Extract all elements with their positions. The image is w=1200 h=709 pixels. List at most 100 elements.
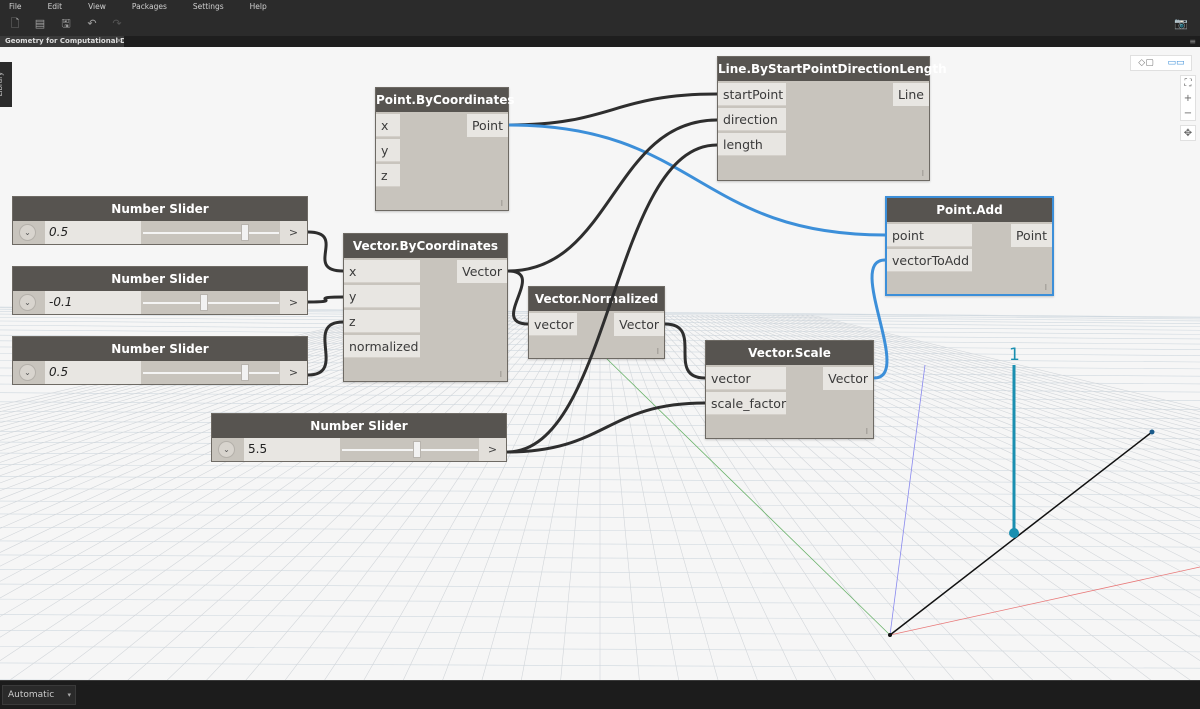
node-vector-by-coordinates[interactable]: Vector.ByCoordinates x y z normalized Ve…	[343, 233, 508, 382]
geometry-view-icon[interactable]: ◇▢	[1131, 56, 1161, 70]
number-slider-3[interactable]: Number Slider ⌄ 0.5 >	[12, 336, 308, 385]
slider-title: Number Slider	[13, 337, 307, 361]
menu-file[interactable]: File	[9, 2, 22, 11]
expand-button[interactable]: >	[479, 438, 506, 461]
slider-track[interactable]	[342, 449, 478, 451]
output-port-point[interactable]: Point	[1010, 224, 1052, 247]
input-port-y[interactable]: y	[344, 285, 420, 308]
workspace-canvas[interactable]: 1 Library Point.ByCoordinates x y z Poin…	[0, 47, 1200, 680]
number-slider-4[interactable]: Number Slider ⌄ 5.5 >	[211, 413, 507, 462]
open-file-icon[interactable]: ▤	[33, 17, 47, 31]
node-point-by-coordinates[interactable]: Point.ByCoordinates x y z Point l	[375, 87, 515, 211]
library-toggle[interactable]: Library	[0, 62, 12, 107]
new-file-icon[interactable]: 🗋	[8, 17, 22, 31]
pan-icon[interactable]: ✥	[1180, 125, 1196, 141]
run-mode-value: Automatic	[8, 690, 55, 700]
menu-edit[interactable]: Edit	[48, 2, 63, 11]
x-axis	[889, 566, 1200, 636]
slider-track[interactable]	[143, 232, 279, 234]
slider-thumb[interactable]	[412, 441, 421, 458]
menu-icon[interactable]: ≡	[1189, 37, 1196, 46]
grid-line	[560, 314, 596, 680]
node-line-by-start-point-direction-length[interactable]: Line.ByStartPointDirectionLength startPo…	[717, 56, 947, 181]
expand-button[interactable]: >	[280, 291, 307, 314]
input-port-length[interactable]: length	[718, 133, 786, 156]
node-title: Point.Add	[887, 198, 1052, 222]
origin-point	[888, 633, 892, 637]
slider-value[interactable]: 0.5	[45, 221, 141, 244]
slider-value[interactable]: 0.5	[45, 361, 141, 384]
input-port-x[interactable]: x	[376, 114, 400, 137]
output-port-vector[interactable]: Vector	[614, 313, 664, 336]
graph-view-icon[interactable]: ▭▭	[1161, 56, 1191, 70]
number-slider-1[interactable]: Number Slider ⌄ 0.5 >	[12, 196, 308, 245]
close-icon[interactable]: ✕	[116, 36, 122, 47]
lacing-indicator: l	[499, 370, 502, 379]
input-port-vector[interactable]: vector	[706, 367, 786, 390]
node-title: Vector.ByCoordinates	[344, 234, 507, 258]
slider-thumb[interactable]	[241, 364, 249, 381]
chevron-down-icon[interactable]: ⌄	[19, 224, 36, 241]
slider-thumb[interactable]	[200, 294, 209, 311]
slider-title: Number Slider	[13, 267, 307, 291]
grid-line	[521, 314, 591, 680]
slider-thumb[interactable]	[241, 224, 249, 241]
slider-track[interactable]	[143, 302, 279, 304]
input-port-vector-to-add[interactable]: vectorToAdd	[887, 249, 972, 272]
zoom-in-icon[interactable]: +	[1181, 91, 1195, 106]
save-icon[interactable]: 🖫	[59, 17, 73, 31]
input-port-startpoint[interactable]: startPoint	[718, 83, 786, 106]
menu-settings[interactable]: Settings	[193, 2, 224, 11]
input-port-normalized[interactable]: normalized	[344, 335, 420, 358]
menu-view[interactable]: View	[88, 2, 106, 11]
input-port-z[interactable]: z	[344, 310, 420, 333]
node-point-add[interactable]: Point.Add point vectorToAdd Point l	[885, 196, 1054, 296]
number-slider-2[interactable]: Number Slider ⌄ -0.1 >	[12, 266, 308, 315]
slider-value[interactable]: 5.5	[244, 438, 340, 461]
input-port-x[interactable]: x	[344, 260, 420, 283]
view-toggle[interactable]: ◇▢ ▭▭	[1130, 55, 1192, 71]
slider-title: Number Slider	[212, 414, 506, 438]
run-mode-dropdown[interactable]: Automatic ▾	[2, 685, 76, 705]
menu-bar: File Edit View Packages Settings Help	[0, 0, 1200, 13]
menu-packages[interactable]: Packages	[132, 2, 167, 11]
annotation-label: 1	[1009, 345, 1020, 365]
undo-icon[interactable]: ↶	[85, 17, 99, 31]
output-port-vector[interactable]: Vector	[823, 367, 873, 390]
input-port-point[interactable]: point	[887, 224, 972, 247]
node-title: Vector.Scale	[706, 341, 873, 365]
output-port-point[interactable]: Point	[466, 114, 508, 137]
lacing-indicator: l	[921, 169, 924, 178]
lacing-indicator: l	[500, 199, 503, 208]
lacing-indicator: l	[865, 427, 868, 436]
input-port-z[interactable]: z	[376, 164, 400, 187]
input-port-y[interactable]: y	[376, 139, 400, 162]
menu-help[interactable]: Help	[250, 2, 267, 11]
chevron-down-icon[interactable]: ⌄	[19, 294, 36, 311]
status-bar: Automatic ▾	[0, 680, 1200, 709]
output-port-vector[interactable]: Vector	[457, 260, 507, 283]
library-label: Library	[0, 71, 5, 97]
zoom-out-icon[interactable]: −	[1181, 106, 1195, 121]
node-title: Vector.Normalized	[529, 287, 664, 311]
grid-line	[604, 314, 640, 680]
input-port-vector[interactable]: vector	[529, 313, 577, 336]
zoom-fit-icon[interactable]: ⛶	[1181, 76, 1195, 91]
node-title: Point.ByCoordinates	[376, 88, 515, 112]
expand-button[interactable]: >	[280, 361, 307, 384]
expand-button[interactable]: >	[280, 221, 307, 244]
output-port-line[interactable]: Line	[892, 83, 929, 106]
input-port-direction[interactable]: direction	[718, 108, 786, 131]
node-vector-normalized[interactable]: Vector.Normalized vector Vector l	[528, 286, 665, 359]
caret-down-icon: ▾	[67, 691, 71, 699]
slider-track[interactable]	[143, 372, 279, 374]
slider-value[interactable]: -0.1	[45, 291, 141, 314]
tab-workspace[interactable]: Geometry for Computational D ✕	[0, 36, 124, 47]
chevron-down-icon[interactable]: ⌄	[218, 441, 235, 458]
chevron-down-icon[interactable]: ⌄	[19, 364, 36, 381]
node-vector-scale[interactable]: Vector.Scale vector scale_factor Vector …	[705, 340, 874, 439]
tab-title: Geometry for Computational D	[5, 37, 124, 45]
redo-icon[interactable]: ↷	[110, 17, 124, 31]
camera-icon[interactable]: 📷	[1174, 17, 1188, 31]
input-port-scale-factor[interactable]: scale_factor	[706, 392, 786, 415]
